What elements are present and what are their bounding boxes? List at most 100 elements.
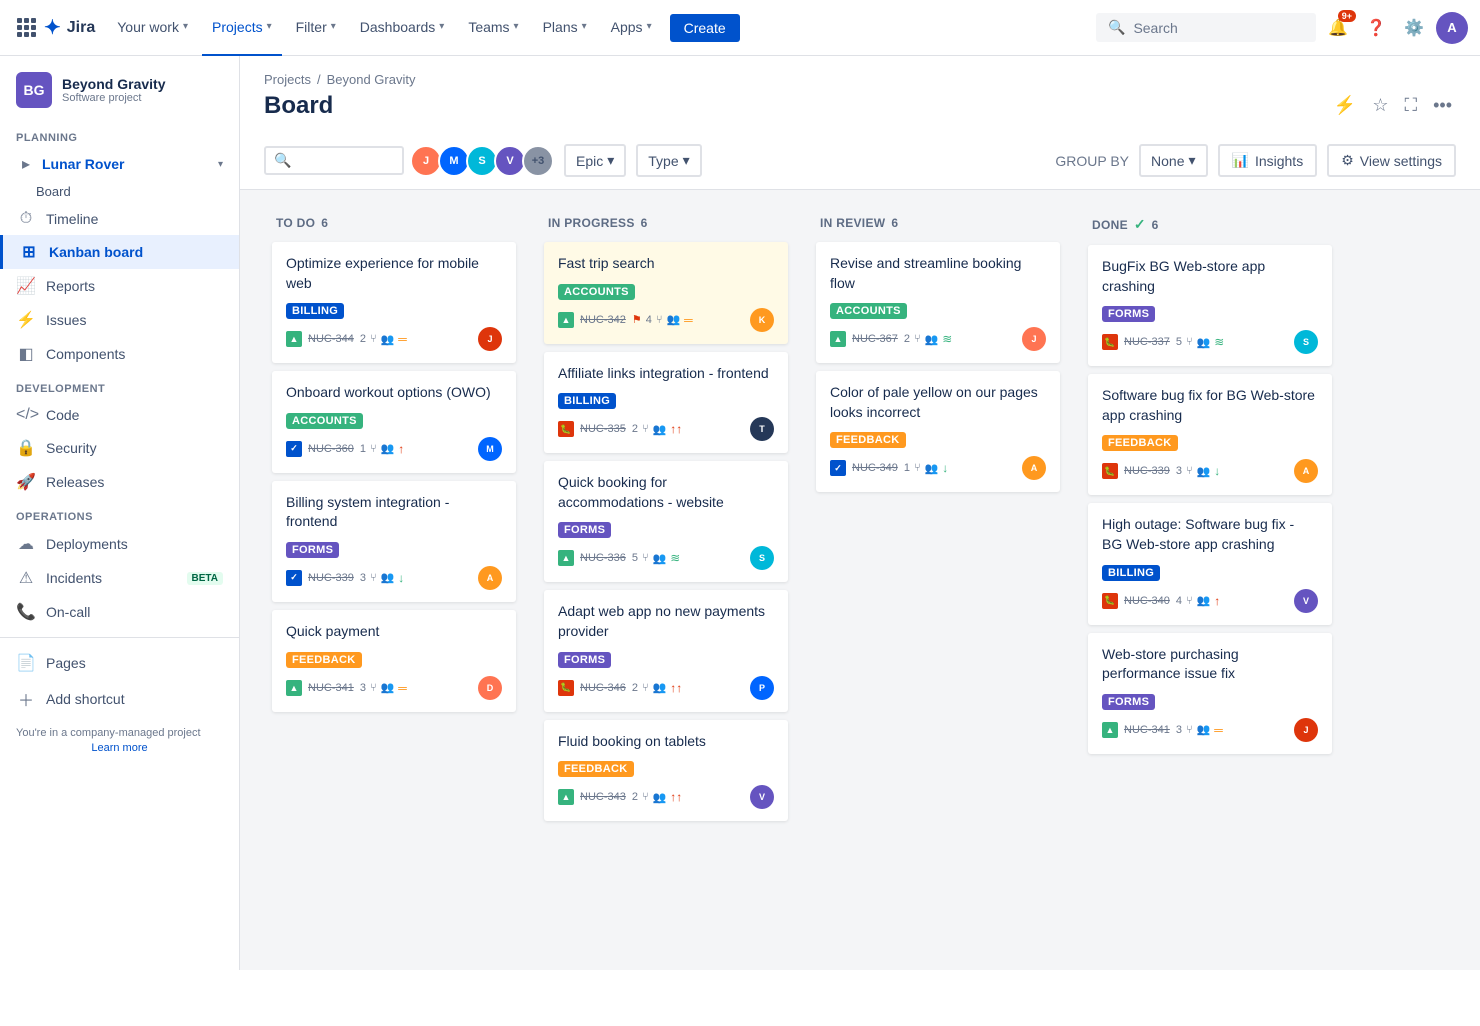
sidebar-item-reports[interactable]: 📈 Reports (0, 269, 239, 303)
project-name: Beyond Gravity (62, 76, 223, 92)
subtasks-icon: 👥 (925, 462, 939, 475)
learn-more-link[interactable]: Learn more (16, 741, 223, 756)
search-box[interactable]: 🔍 Search (1096, 13, 1316, 42)
cards-done: BugFix BG Web-store app crashing FORMS 🐛… (1080, 241, 1340, 908)
card-nuc-344[interactable]: Optimize experience for mobile web BILLI… (272, 242, 516, 363)
card-nuc-346[interactable]: Adapt web app no new payments provider F… (544, 590, 788, 711)
card-done-nuc-340[interactable]: High outage: Software bug fix - BG Web-s… (1088, 503, 1332, 624)
sidebar-item-issues[interactable]: ⚡ Issues (0, 303, 239, 337)
sidebar-item-lunar-rover[interactable]: ▸ Lunar Rover ▾ (0, 148, 239, 180)
sidebar-item-incidents[interactable]: ⚠ Incidents BETA (0, 561, 239, 595)
board-action-star[interactable]: ☆ (1368, 91, 1392, 120)
story-points-icon: ⑂ (642, 423, 649, 435)
card-tag: FORMS (286, 542, 339, 558)
card-tag: FORMS (558, 522, 611, 538)
cards-inprogress: Fast trip search ACCOUNTS ▲ NUC-342 ⚑ 4 … (536, 238, 796, 908)
board-action-more[interactable]: ••• (1429, 91, 1456, 120)
story-points-icon: ⑂ (642, 552, 649, 564)
settings-button[interactable]: ⚙️ (1398, 12, 1430, 44)
sidebar-bottom: 📄 Pages ＋ Add shortcut You're in a compa… (0, 637, 239, 765)
card-footer: 🐛 NUC-346 2 ⑂ 👥 ↑↑ P (558, 676, 774, 700)
view-settings-button[interactable]: ⚙ View settings (1327, 144, 1456, 177)
card-nuc-339[interactable]: Billing system integration - frontend FO… (272, 481, 516, 602)
oncall-icon: 📞 (16, 602, 36, 622)
nav-plans[interactable]: Plans ▾ (533, 0, 597, 56)
card-nuc-342[interactable]: Fast trip search ACCOUNTS ▲ NUC-342 ⚑ 4 … (544, 242, 788, 344)
breadcrumb-projects[interactable]: Projects (264, 72, 311, 87)
board-search[interactable]: 🔍 (264, 146, 404, 175)
card-nuc-336[interactable]: Quick booking for accommodations - websi… (544, 461, 788, 582)
column-inreview: IN REVIEW 6 Revise and streamline bookin… (808, 206, 1068, 908)
apps-grid-button[interactable] (12, 14, 40, 42)
breadcrumb-project[interactable]: Beyond Gravity (327, 72, 416, 87)
card-nuc-343[interactable]: Fluid booking on tablets FEEDBACK ▲ NUC-… (544, 720, 788, 822)
card-title: Affiliate links integration - frontend (558, 364, 774, 384)
sidebar-item-timeline[interactable]: ⏱ Timeline (0, 203, 239, 235)
column-header-inprogress: IN PROGRESS 6 (536, 206, 796, 238)
card-done-nuc-341[interactable]: Web-store purchasing performance issue f… (1088, 633, 1332, 754)
issue-type-icon: ▲ (1102, 722, 1118, 738)
sidebar-item-add-shortcut[interactable]: ＋ Add shortcut (0, 680, 239, 718)
story-points-icon: ⑂ (370, 682, 377, 694)
add-shortcut-icon: ＋ (16, 687, 36, 711)
board-action-expand[interactable]: ⛶ (1400, 91, 1421, 120)
sidebar-item-code[interactable]: </> Code (0, 399, 239, 431)
priority-icon: ≋ (670, 551, 680, 565)
subtasks-icon: 👥 (653, 423, 667, 436)
card-tag: FORMS (1102, 694, 1155, 710)
card-avatar: J (1022, 327, 1046, 351)
sidebar-item-security[interactable]: 🔒 Security (0, 431, 239, 465)
story-points-icon: ⑂ (370, 443, 377, 455)
column-title-inreview: IN REVIEW (820, 216, 885, 230)
chevron-down-icon: ▾ (183, 21, 188, 32)
nav-dashboards[interactable]: Dashboards ▾ (350, 0, 455, 56)
notifications-button[interactable]: 🔔 9+ (1322, 12, 1354, 44)
card-nuc-360[interactable]: Onboard workout options (OWO) ACCOUNTS ✓… (272, 371, 516, 473)
priority-icon: ═ (684, 313, 693, 327)
card-tag: FEEDBACK (558, 761, 634, 777)
chevron-down-icon: ▾ (439, 21, 444, 32)
nav-teams[interactable]: Teams ▾ (458, 0, 528, 56)
card-nuc-349[interactable]: Color of pale yellow on our pages looks … (816, 371, 1060, 492)
issue-id: NUC-367 (852, 333, 898, 345)
card-done-nuc-339[interactable]: Software bug fix for BG Web-store app cr… (1088, 374, 1332, 495)
card-nuc-335[interactable]: Affiliate links integration - frontend B… (544, 352, 788, 454)
card-meta: 3 ⑂ 👥 ↓ (360, 571, 472, 585)
story-points-icon: ⑂ (1186, 724, 1193, 736)
sidebar-item-kanban[interactable]: ⊞ Kanban board (0, 235, 239, 269)
issue-type-icon: ▲ (830, 331, 846, 347)
card-done-nuc-337[interactable]: BugFix BG Web-store app crashing FORMS 🐛… (1088, 245, 1332, 366)
help-button[interactable]: ❓ (1360, 12, 1392, 44)
card-nuc-341[interactable]: Quick payment FEEDBACK ▲ NUC-341 3 ⑂ 👥 ═ (272, 610, 516, 712)
board-action-lightning[interactable]: ⚡ (1330, 91, 1360, 120)
code-icon: </> (16, 406, 36, 424)
sidebar-item-pages[interactable]: 📄 Pages (0, 646, 239, 680)
sidebar-sub-board[interactable]: Board (0, 180, 239, 203)
issue-type-icon: 🐛 (558, 421, 574, 437)
priority-icon: ═ (398, 681, 407, 695)
priority-icon: ≋ (1214, 335, 1224, 349)
nav-filter[interactable]: Filter ▾ (286, 0, 346, 56)
type-filter-button[interactable]: Type ▾ (636, 144, 701, 177)
chevron-down-icon: ▾ (683, 152, 690, 169)
nav-projects[interactable]: Projects ▾ (202, 0, 282, 56)
nav-apps[interactable]: Apps ▾ (601, 0, 662, 56)
board-title: Board (264, 92, 333, 120)
jira-logo[interactable]: ✦ Jira (44, 15, 95, 40)
issue-type-icon: 🐛 (1102, 463, 1118, 479)
nav-your-work[interactable]: Your work ▾ (107, 0, 198, 56)
create-button[interactable]: Create (670, 14, 740, 42)
user-avatar[interactable]: A (1436, 12, 1468, 44)
card-nuc-367[interactable]: Revise and streamline booking flow ACCOU… (816, 242, 1060, 363)
epic-filter-button[interactable]: Epic ▾ (564, 144, 626, 177)
sidebar-item-releases[interactable]: 🚀 Releases (0, 465, 239, 499)
group-by-select[interactable]: None ▾ (1139, 144, 1208, 177)
sidebar-item-components[interactable]: ◧ Components (0, 337, 239, 371)
sidebar-item-deployments[interactable]: ☁ Deployments (0, 527, 239, 561)
avatar-more[interactable]: +3 (522, 145, 554, 177)
insights-button[interactable]: 📊 Insights (1218, 144, 1318, 177)
issue-id: NUC-340 (1124, 595, 1170, 607)
sidebar-item-oncall[interactable]: 📞 On-call (0, 595, 239, 629)
card-title: Adapt web app no new payments provider (558, 602, 774, 641)
board-actions: ⚡ ☆ ⛶ ••• (1330, 91, 1456, 120)
